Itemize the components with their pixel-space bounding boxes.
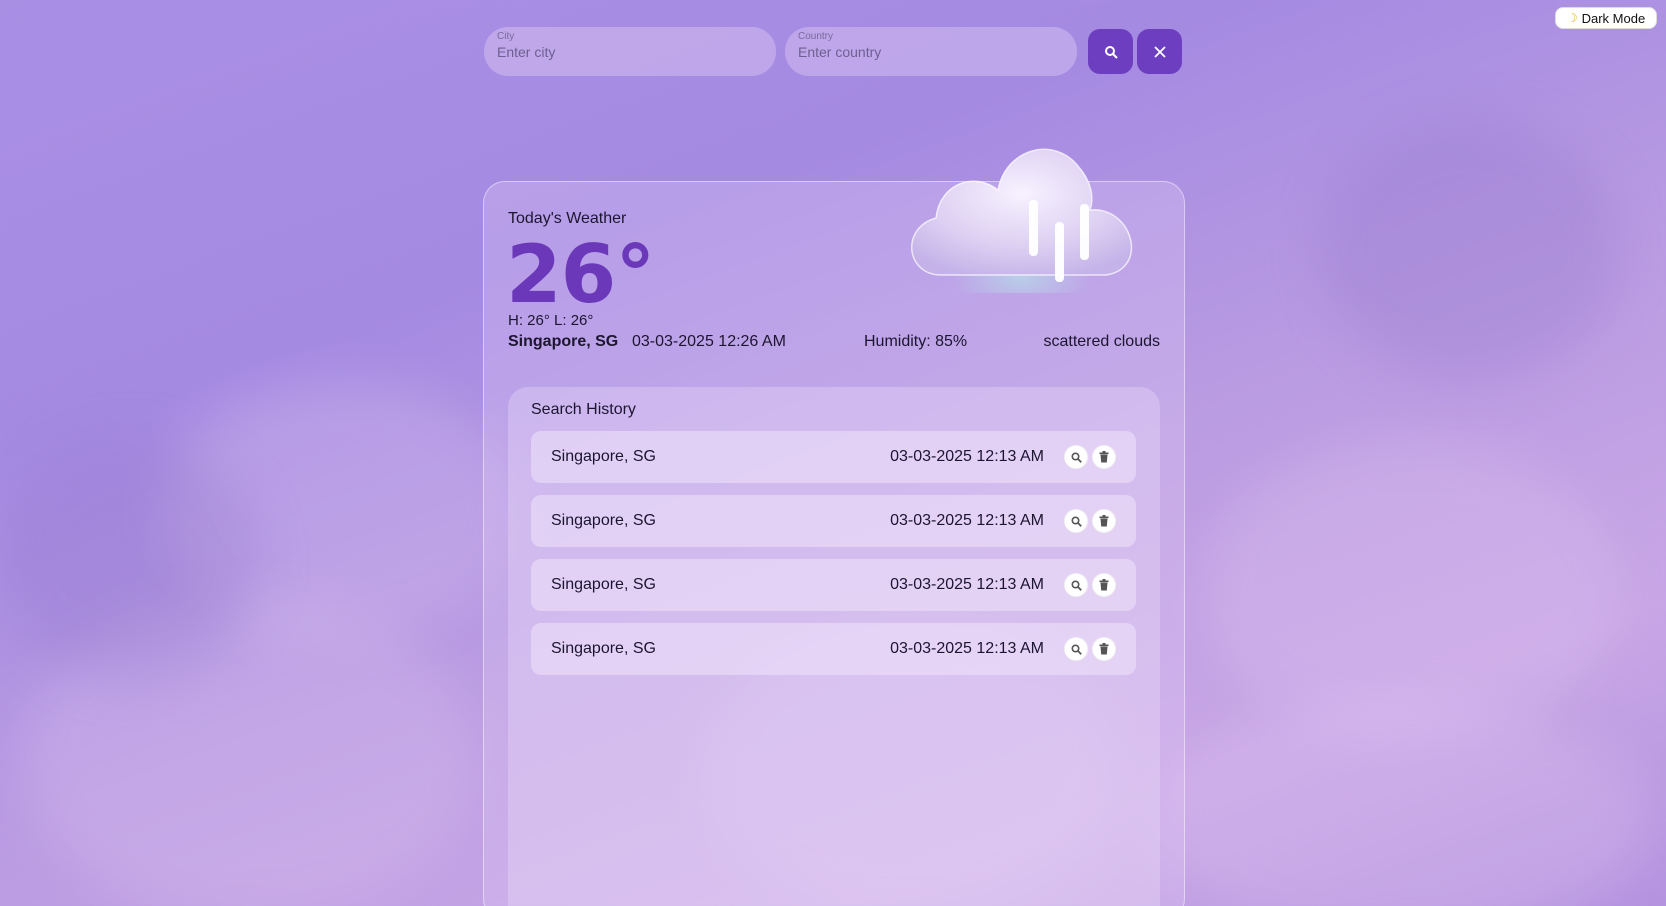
dark-mode-toggle[interactable]: ☽ Dark Mode xyxy=(1555,7,1657,29)
history-location: Singapore, SG xyxy=(551,640,656,657)
history-delete-button[interactable] xyxy=(1092,573,1116,597)
trash-icon xyxy=(1099,643,1109,655)
search-button[interactable] xyxy=(1088,29,1133,74)
country-input[interactable] xyxy=(798,44,1064,60)
trash-icon xyxy=(1099,579,1109,591)
history-row: Singapore, SG 03-03-2025 12:13 AM xyxy=(531,495,1136,547)
history-delete-button[interactable] xyxy=(1092,445,1116,469)
search-icon xyxy=(1104,45,1118,59)
history-row: Singapore, SG 03-03-2025 12:13 AM xyxy=(531,431,1136,483)
trash-icon xyxy=(1099,515,1109,527)
high-low: H: 26° L: 26° xyxy=(508,312,594,329)
history-search-button[interactable] xyxy=(1064,637,1088,661)
history-delete-button[interactable] xyxy=(1092,637,1116,661)
weather-description: scattered clouds xyxy=(1043,333,1160,350)
history-title: Search History xyxy=(531,401,636,418)
country-label: Country xyxy=(798,31,834,42)
search-history-panel: Search History Singapore, SG 03-03-2025 … xyxy=(508,387,1160,906)
history-location: Singapore, SG xyxy=(551,576,656,593)
current-datetime: 03-03-2025 12:26 AM xyxy=(632,333,786,350)
humidity: Humidity: 85% xyxy=(864,333,968,350)
history-search-button[interactable] xyxy=(1064,509,1088,533)
search-icon xyxy=(1070,643,1082,655)
history-search-button[interactable] xyxy=(1064,445,1088,469)
history-datetime: 03-03-2025 12:13 AM xyxy=(890,448,1044,465)
history-delete-button[interactable] xyxy=(1092,509,1116,533)
weather-title: Today's Weather xyxy=(508,210,627,227)
history-location: Singapore, SG xyxy=(551,448,656,465)
city-field[interactable]: City xyxy=(484,27,776,76)
dark-mode-label: Dark Mode xyxy=(1581,10,1646,26)
location: Singapore, SG xyxy=(508,333,619,350)
country-field[interactable]: Country xyxy=(785,27,1077,76)
history-row: Singapore, SG 03-03-2025 12:13 AM xyxy=(531,559,1136,611)
city-label: City xyxy=(497,31,515,42)
clear-button[interactable] xyxy=(1137,29,1182,74)
history-datetime: 03-03-2025 12:13 AM xyxy=(890,512,1044,529)
history-datetime: 03-03-2025 12:13 AM xyxy=(890,640,1044,657)
history-location: Singapore, SG xyxy=(551,512,656,529)
history-list: Singapore, SG 03-03-2025 12:13 AM Singap… xyxy=(531,431,1136,687)
history-row: Singapore, SG 03-03-2025 12:13 AM xyxy=(531,623,1136,675)
search-icon xyxy=(1070,579,1082,591)
search-icon xyxy=(1070,451,1082,463)
history-search-button[interactable] xyxy=(1064,573,1088,597)
temperature: 26° xyxy=(506,228,655,321)
search-icon xyxy=(1070,515,1082,527)
close-icon xyxy=(1153,45,1166,58)
moon-icon: ☽ xyxy=(1566,11,1578,25)
trash-icon xyxy=(1099,451,1109,463)
city-input[interactable] xyxy=(497,44,763,60)
history-datetime: 03-03-2025 12:13 AM xyxy=(890,576,1044,593)
rain-cloud-icon xyxy=(910,148,1133,293)
